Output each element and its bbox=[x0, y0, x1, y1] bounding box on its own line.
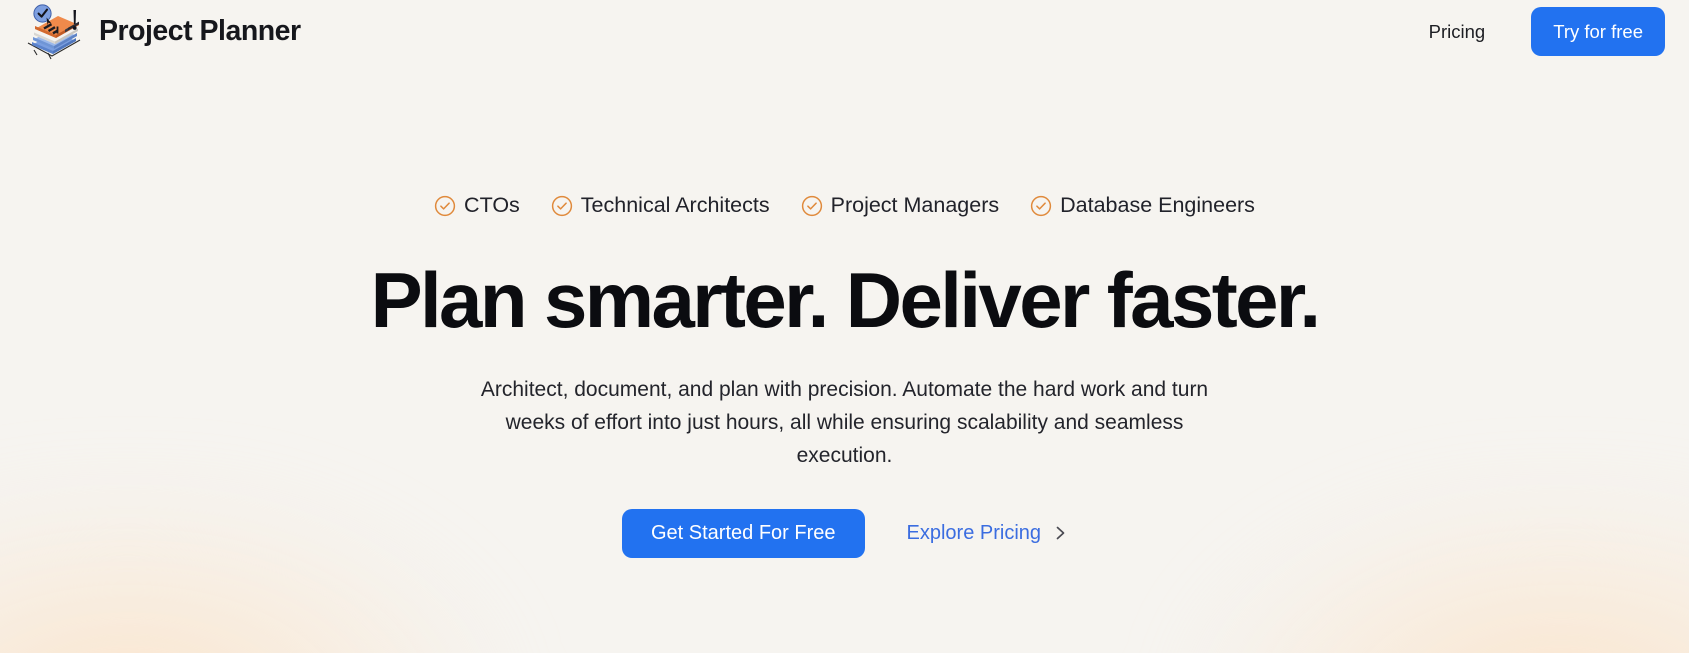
get-started-for-free-button[interactable]: Get Started For Free bbox=[621, 508, 865, 558]
check-circle-icon bbox=[801, 195, 822, 216]
explore-pricing-label: Explore Pricing bbox=[906, 521, 1042, 544]
hero-section: CTOs Technical Architects Project Manage… bbox=[0, 0, 1689, 653]
landing-page: Project Planner Pricing Try for free CTO… bbox=[0, 0, 1689, 653]
chevron-right-icon bbox=[1056, 526, 1065, 540]
audience-label: Project Managers bbox=[830, 193, 1000, 217]
audience-label: Technical Architects bbox=[580, 193, 770, 217]
audience-label: Database Engineers bbox=[1060, 193, 1255, 217]
audience-item: CTOs bbox=[434, 193, 520, 218]
check-circle-icon bbox=[434, 195, 456, 216]
audience-label: CTOs bbox=[464, 193, 520, 217]
audience-item: Technical Architects bbox=[551, 193, 770, 218]
explore-pricing-link[interactable]: Explore Pricing bbox=[907, 522, 1068, 545]
audience-badge-row: CTOs Technical Architects Project Manage… bbox=[434, 193, 1255, 218]
audience-item: Project Managers bbox=[801, 193, 1000, 218]
hero-cta-row: Get Started For Free Explore Pricing bbox=[621, 508, 1068, 558]
check-circle-icon bbox=[1030, 195, 1052, 216]
audience-item: Database Engineers bbox=[1030, 193, 1255, 218]
hero-headline: Plan smarter. Deliver faster. bbox=[370, 256, 1321, 344]
hero-subheadline: Architect, document, and plan with preci… bbox=[480, 378, 1209, 468]
check-circle-icon bbox=[551, 195, 572, 216]
